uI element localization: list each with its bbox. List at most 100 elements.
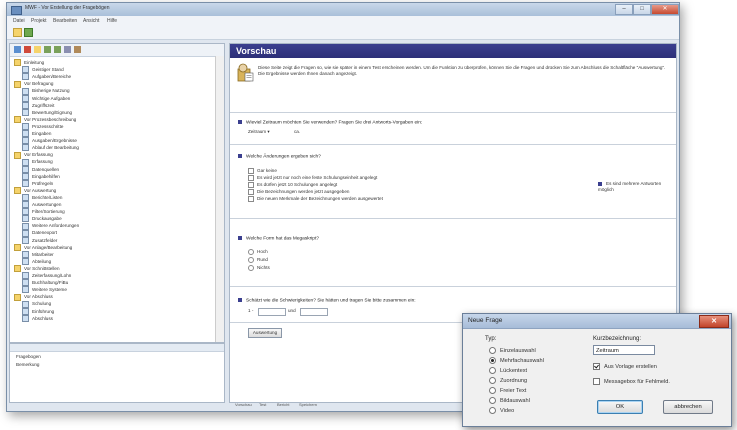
tree-folder[interactable]: Vor Erfassung [14,151,53,159]
tree-item[interactable]: Prüfregeln [22,179,53,187]
q3-option[interactable]: Rund [248,257,268,263]
folder-icon[interactable] [34,46,41,53]
tree-item[interactable]: Datenexport [22,229,57,237]
checkbox[interactable] [248,182,254,188]
q2-option[interactable]: Es wird jetzt nur noch eine feste Schulu… [248,175,377,181]
short-name-input[interactable]: Zeitraum [593,345,655,355]
type-option[interactable]: Video [489,407,514,414]
properties-item[interactable]: Fragebogen [16,353,41,360]
q2-option[interactable]: Es dürfen jetzt 10 Schulungen angelegt [248,182,337,188]
radio[interactable] [489,367,496,374]
tree-item[interactable]: Zeiterfassung/Lohn [22,272,71,280]
tree-item[interactable]: Erfassung [22,158,53,166]
menu-item-projekt[interactable]: Projekt [31,18,47,24]
maximize-button[interactable]: □ [633,4,651,15]
properties-icon[interactable] [64,46,71,53]
type-option[interactable]: Zuordnung [489,377,527,384]
tree-item[interactable]: Auswertungen [22,201,61,209]
radio[interactable] [489,407,496,414]
move-up-icon[interactable] [44,46,51,53]
tree-item[interactable]: Mitarbeiter [22,250,54,258]
minimize-button[interactable]: – [615,4,633,15]
tree-item[interactable]: Geistiger Stand [22,66,64,74]
tree-folder[interactable]: Einleitung [14,59,44,67]
q2-option[interactable]: Die Bezeichnungen werden jetzt ausgegebe… [248,189,349,195]
tree-item[interactable]: Eingaben [22,130,51,138]
print-icon[interactable] [74,46,81,53]
radio[interactable] [489,397,496,404]
new-icon[interactable] [14,46,21,53]
radio[interactable] [248,257,254,263]
move-down-icon[interactable] [54,46,61,53]
status-tab[interactable]: Speichern [299,402,317,407]
tree-item[interactable]: Berichte/Listen [22,194,62,202]
menu-item-datei[interactable]: Datei [13,18,25,24]
tree-folder[interactable]: Vor Prozessbeschreibung [14,116,76,124]
dialog-close-button[interactable]: ✕ [699,315,729,328]
tree-folder[interactable]: Vor Abschluss [14,293,53,301]
tree-item[interactable]: Weitere Systeme [22,286,67,294]
radio[interactable] [248,265,254,271]
tree-item[interactable]: Druckausgabe [22,215,62,223]
checkbox[interactable] [248,189,254,195]
ok-button[interactable]: OK [597,400,643,414]
tree-folder[interactable]: Vor Anlage/Bearbeitung [14,243,72,251]
tree-item[interactable]: Abschluss [22,314,53,322]
status-tab[interactable]: Test [259,402,266,407]
tree-folder[interactable]: Vor Auswertung [14,187,56,195]
tree-item[interactable]: Abteilung [22,258,51,266]
tree-item[interactable]: Eingabehilfen [22,172,60,180]
tree-item[interactable]: Buchhaltung/FiBu [22,279,68,287]
menu-item-hilfe[interactable]: Hilfe [107,18,117,24]
tree-item[interactable]: Weitere Anforderungen [22,222,79,230]
radio[interactable] [248,249,254,255]
tree-item[interactable]: Aufgaben/Bereiche [22,73,71,81]
tree-item[interactable]: Ablauf der Bearbeitung [22,144,79,152]
tree-item[interactable]: Filter/Sortierung [22,208,65,216]
type-option[interactable]: Freier Text [489,387,526,394]
checkbox[interactable] [248,196,254,202]
open-icon[interactable] [13,28,22,37]
tree-folder[interactable]: Vor Schnittstellen [14,265,60,273]
checkbox[interactable] [593,363,600,370]
status-tab[interactable]: Vorschau [235,402,252,407]
q2-option[interactable]: Die neuen Merkmale der Bezeichnungen wer… [248,196,383,202]
q3-option[interactable]: Nichts [248,265,270,271]
type-option[interactable]: Mehrfachauswahl [489,357,544,364]
delete-icon[interactable] [24,46,31,53]
radio[interactable] [489,377,496,384]
tree-item[interactable]: Prozessschritte [22,123,63,131]
menu-item-bearbeiten[interactable]: Bearbeiten [53,18,77,24]
checkbox[interactable] [248,168,254,174]
properties-item[interactable]: Bemerkung [16,361,40,368]
close-button[interactable]: ✕ [651,4,679,15]
tree-item[interactable]: Zusatzfelder [22,236,57,244]
q3-option[interactable]: Hoch [248,249,268,255]
q4-input-1[interactable] [258,308,286,316]
radio[interactable] [489,347,496,354]
tree-item[interactable]: Datenquellen [22,165,59,173]
status-tab[interactable]: Bericht [277,402,289,407]
type-option[interactable]: Einzelauswahl [489,347,536,354]
menu-item-ansicht[interactable]: Ansicht [83,18,99,24]
q1-select[interactable]: Zeitraum ▾ [248,129,270,135]
tree-item[interactable]: Zugriffszeit [22,101,54,109]
checkbox[interactable] [593,378,600,385]
tree-item[interactable]: Wichtige Aufgaben [22,94,70,102]
tree-item[interactable]: Einführung [22,307,54,315]
tree-item[interactable]: Bisherige Nutzung [22,87,70,95]
type-option[interactable]: Lückentext [489,367,527,374]
tree-item[interactable]: Schulung [22,300,51,308]
evaluate-button[interactable]: Auswertung [248,328,282,338]
tree-folder[interactable]: Vor Befragung [14,80,53,88]
tree-scrollbar[interactable] [215,56,224,342]
type-option[interactable]: Bildauswahl [489,397,530,404]
q2-option[interactable]: Gar keine [248,168,277,174]
radio[interactable] [489,387,496,394]
messagebox-checkbox[interactable]: Messagebox für Fehlmeld. [593,378,670,385]
q4-input-2[interactable] [300,308,328,316]
cancel-button[interactable]: abbrechen [663,400,713,414]
save-icon[interactable] [24,28,33,37]
radio[interactable] [489,357,496,364]
tree-item[interactable]: Ausgaben/Ergebnisse [22,137,77,145]
